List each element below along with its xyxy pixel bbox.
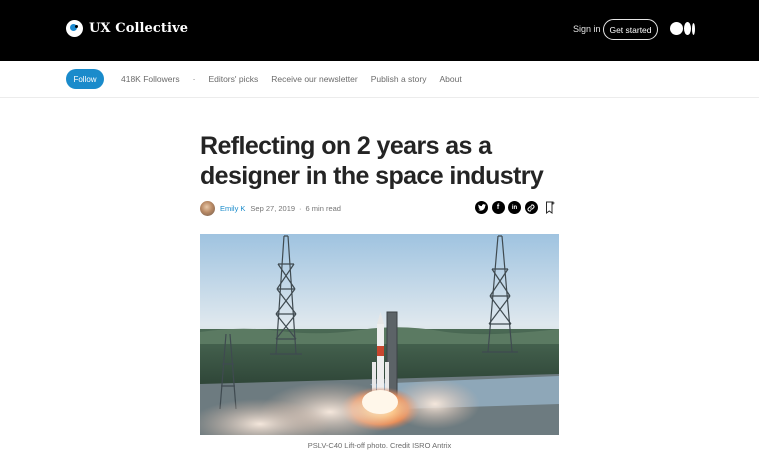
bookmark-icon[interactable] [545,201,555,214]
nav-item-publish-story[interactable]: Publish a story [371,74,427,84]
followers-count[interactable]: 418K Followers [121,74,180,84]
nav-item-editors-picks[interactable]: Editors' picks [208,74,258,84]
site-header: UX Collective Sign in Get started [0,0,759,61]
publication-brand[interactable]: UX Collective [66,20,188,37]
article-title: Reflecting on 2 years as a designer in t… [200,132,544,190]
sign-in-link[interactable]: Sign in [573,24,601,34]
twitter-icon[interactable] [475,201,488,214]
get-started-button[interactable]: Get started [603,19,658,40]
ux-collective-logo-icon [66,20,83,37]
article-meta: Emily K Sep 27, 2019 · 6 min read [200,200,341,216]
nav-item-about[interactable]: About [439,74,461,84]
image-caption: PSLV-C40 Lift-off photo. Credit ISRO Ant… [307,441,452,450]
linkedin-icon[interactable]: in [508,201,521,214]
facebook-icon[interactable]: f [491,201,505,214]
publish-date[interactable]: Sep 27, 2019 [250,204,295,213]
nav-item-newsletter[interactable]: Receive our newsletter [271,74,357,84]
author-avatar[interactable] [200,200,215,216]
share-bar: f in [475,201,555,214]
publication-nav: Follow 418K Followers · Editors' picks R… [0,61,759,98]
follow-button[interactable]: Follow [66,69,104,89]
nav-separator: · [192,74,196,84]
hero-image [200,234,559,435]
author-name[interactable]: Emily K [220,204,245,213]
publication-name: UX Collective [89,21,189,36]
medium-logo-icon[interactable] [670,22,695,35]
meta-separator: · [299,203,302,213]
link-icon[interactable] [524,201,538,214]
read-time: 6 min read [305,203,341,213]
